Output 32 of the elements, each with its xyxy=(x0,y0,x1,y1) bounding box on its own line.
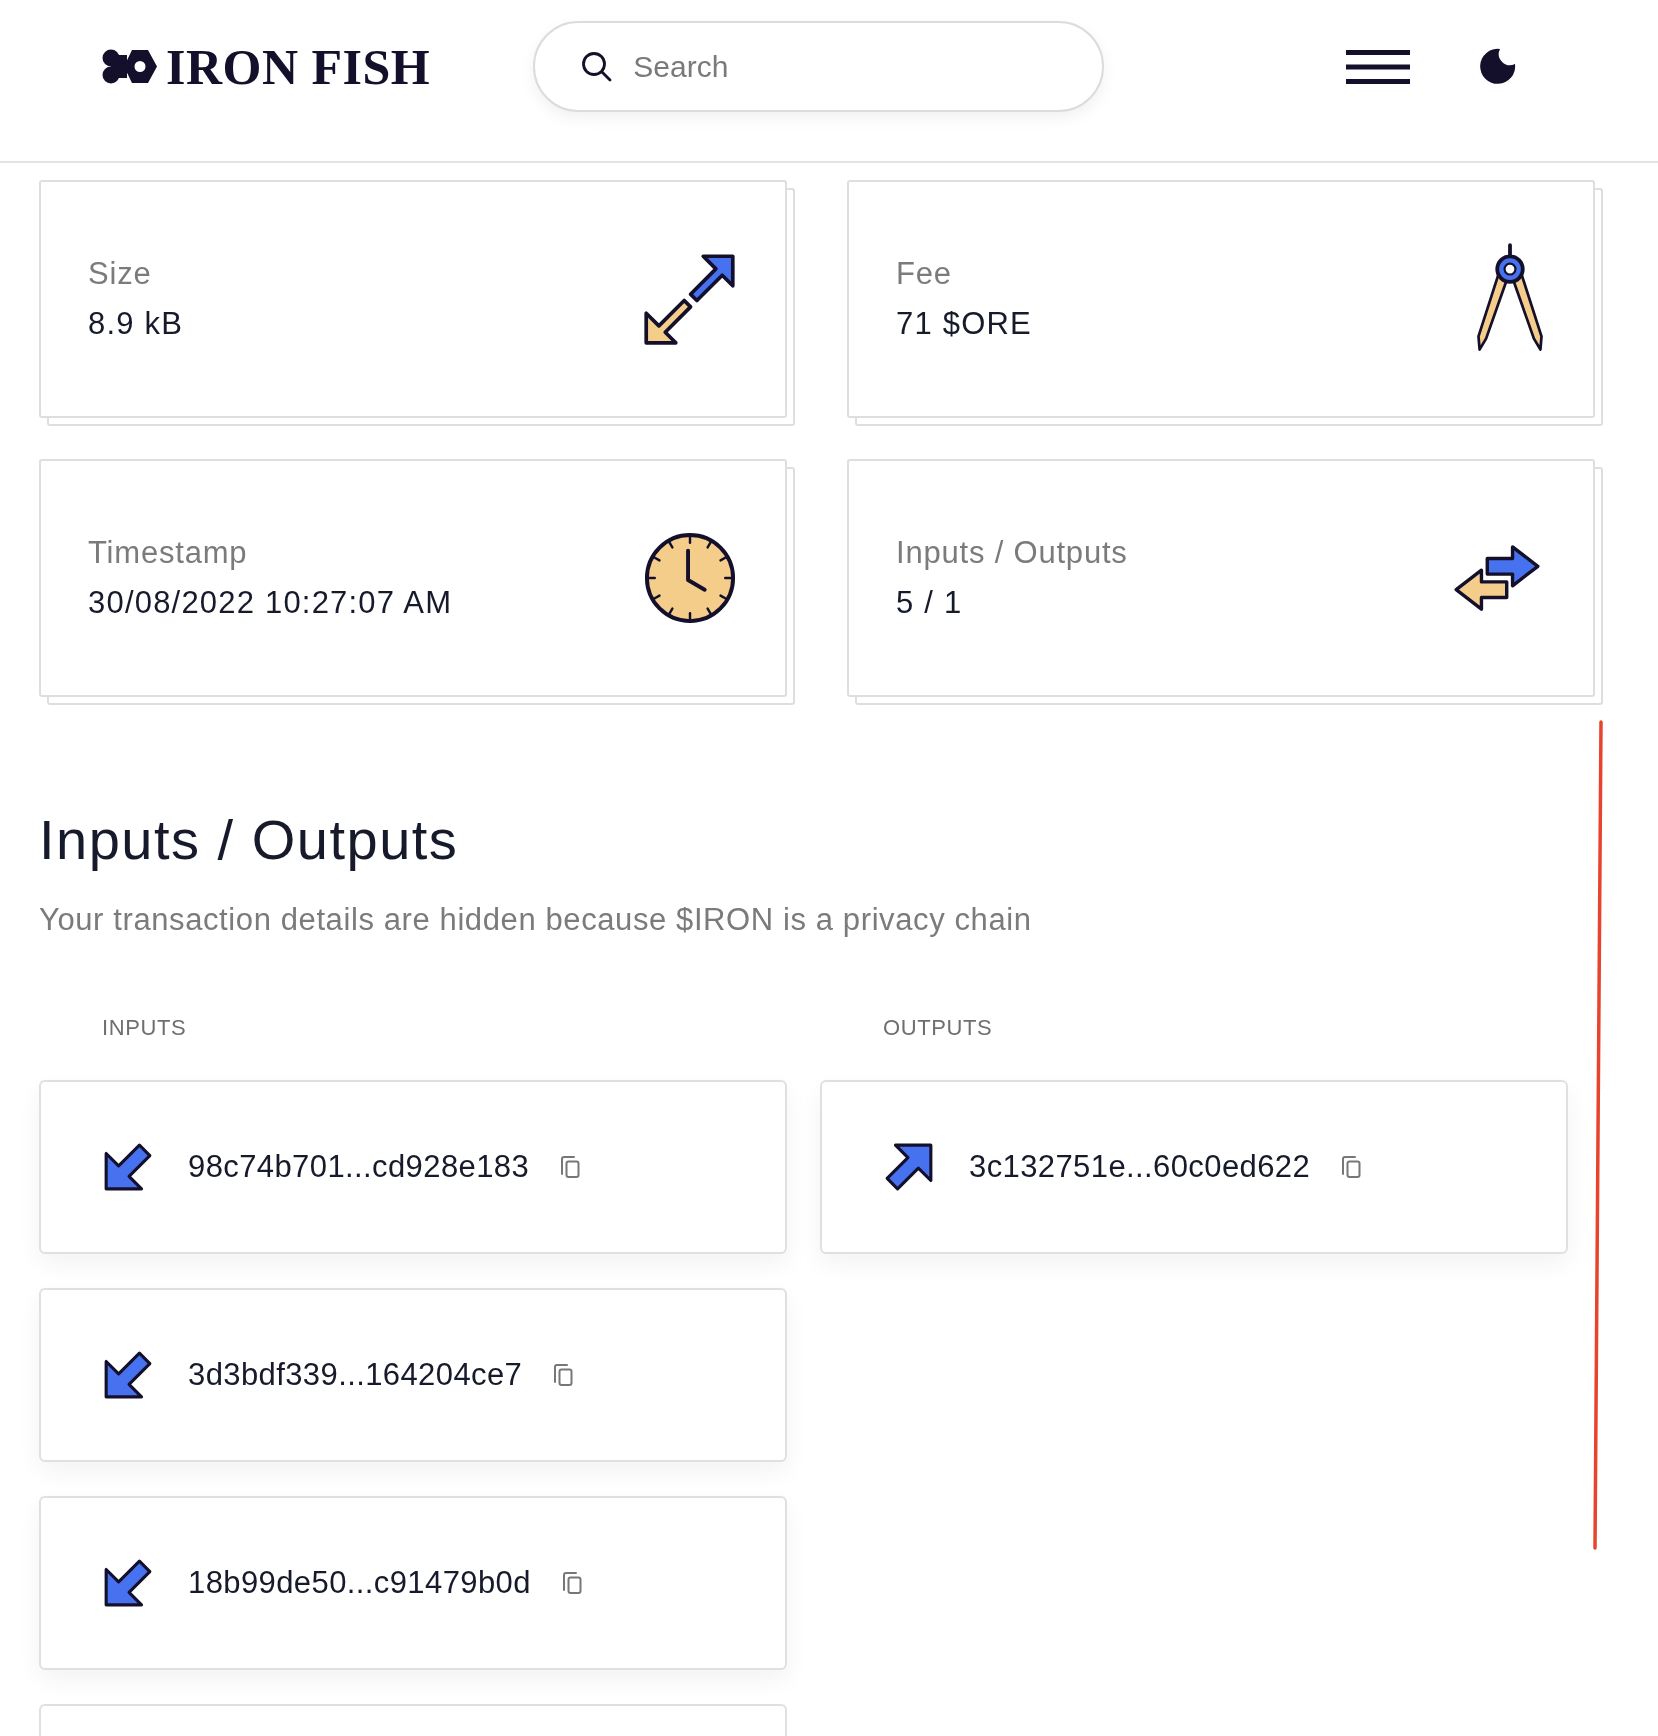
copy-icon[interactable] xyxy=(552,1363,575,1387)
menu-icon[interactable] xyxy=(1346,49,1410,84)
stat-label: Fee xyxy=(896,255,952,293)
stat-value: 5 / 1 xyxy=(896,584,963,622)
down-left-arrow-icon xyxy=(102,1141,154,1193)
copy-icon[interactable] xyxy=(559,1155,582,1179)
logo-icon[interactable] xyxy=(102,49,158,84)
hash-text: 18b99de50...c91479b0d xyxy=(188,1564,531,1602)
search-field[interactable]: Search xyxy=(533,21,1105,112)
stat-value: 71 $ORE xyxy=(896,305,1032,343)
down-left-arrow-icon xyxy=(102,1349,154,1401)
hash-text: 3c132751e...60c0ed622 xyxy=(969,1148,1311,1186)
column-heading: INPUTS xyxy=(102,1015,187,1041)
clock-icon xyxy=(643,531,737,625)
resize-arrows-icon xyxy=(642,251,737,347)
column-heading: OUTPUTS xyxy=(883,1015,993,1041)
search-icon xyxy=(581,51,613,82)
up-right-arrow-icon xyxy=(883,1141,935,1193)
moon-icon[interactable] xyxy=(1480,48,1517,85)
stat-label: Inputs / Outputs xyxy=(896,534,1128,572)
brand-name[interactable]: IRON FISH xyxy=(166,41,431,92)
hash-text: 3d3bdf339...164204ce7 xyxy=(188,1356,523,1394)
stat-value: 8.9 kB xyxy=(88,305,184,343)
section-title: Inputs / Outputs xyxy=(39,809,459,871)
copy-icon[interactable] xyxy=(560,1571,583,1595)
down-left-arrow-icon xyxy=(102,1557,154,1609)
copy-icon[interactable] xyxy=(1340,1155,1363,1179)
stat-label: Size xyxy=(88,255,152,293)
stat-label: Timestamp xyxy=(88,534,248,572)
section-description: Your transaction details are hidden because $IRON is a privacy chain xyxy=(39,902,1032,938)
stat-value: 30/08/2022 10:27:07 AM xyxy=(88,584,453,622)
hash-text: 98c74b701...cd928e183 xyxy=(188,1148,530,1186)
